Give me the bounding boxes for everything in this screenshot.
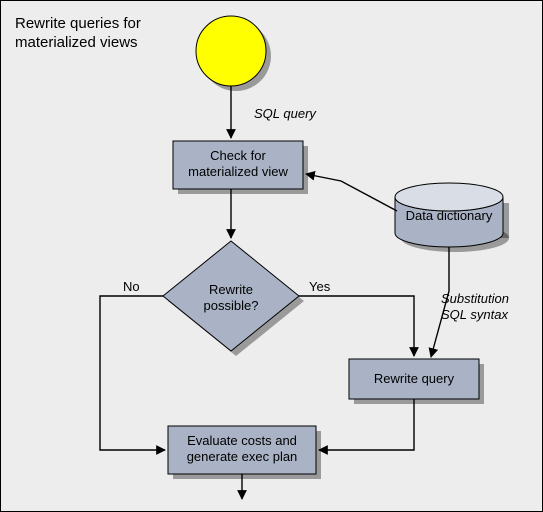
flow-diagram [1, 1, 543, 512]
data-dictionary-node [395, 183, 509, 252]
diagram-frame: Rewrite queries formaterialized views [0, 0, 543, 512]
edge-no [100, 296, 165, 450]
check-node [173, 141, 303, 189]
decision-node [163, 241, 304, 356]
edge-rewrite-evaluate [319, 399, 414, 450]
rewrite-node [349, 359, 479, 399]
edge-yes [299, 296, 414, 356]
start-node [196, 16, 266, 86]
edge-dict-rewrite [431, 247, 449, 357]
evaluate-node [168, 426, 316, 474]
edge-dict-check [306, 174, 397, 211]
